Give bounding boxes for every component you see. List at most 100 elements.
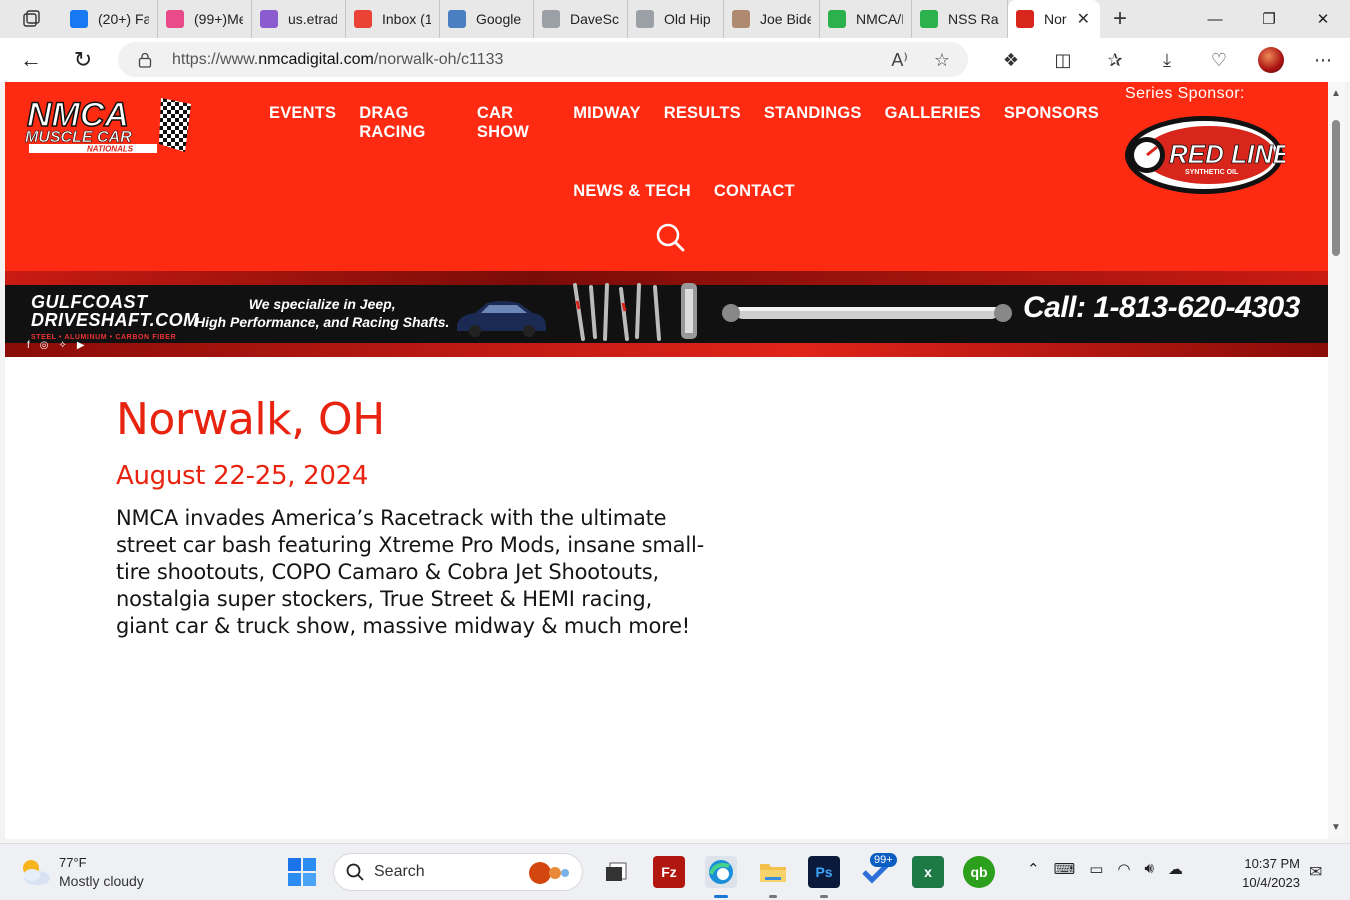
- nav-link-midway[interactable]: MIDWAY: [573, 104, 641, 142]
- windows-taskbar: 77°F Mostly cloudy Search Fz Ps 99+ x qb…: [0, 843, 1350, 900]
- profile-avatar[interactable]: [1245, 43, 1297, 77]
- battery-icon[interactable]: ☁: [1168, 860, 1183, 878]
- nav-link-news-tech[interactable]: NEWS & TECH: [573, 182, 691, 201]
- new-tab-button[interactable]: +: [1100, 5, 1140, 33]
- minimize-button[interactable]: —: [1188, 0, 1242, 38]
- ghost-icon: [542, 10, 560, 28]
- excel-icon[interactable]: x: [912, 856, 944, 888]
- tab-actions-button[interactable]: [0, 0, 62, 38]
- browser-tab-title: Google: [476, 11, 522, 27]
- browser-tab[interactable]: Old Hip: [628, 0, 724, 38]
- url-text: https://www.nmcadigital.com/norwalk-oh/c…: [172, 50, 504, 68]
- close-tab-icon[interactable]: ✕: [1077, 9, 1090, 29]
- settings-more-icon[interactable]: ⋯: [1297, 43, 1349, 77]
- wifi-icon[interactable]: ◠: [1117, 860, 1130, 878]
- banner-brand: GULFCOAST DRIVESHAFT.COM STEEL • ALUMINU…: [31, 292, 199, 341]
- youtube-icon[interactable]: ▶: [77, 340, 85, 351]
- browser-tab-title: (99+)Me: [194, 11, 243, 27]
- file-explorer-icon[interactable]: [757, 856, 789, 898]
- browser-tab-title: (20+) Fa: [98, 11, 149, 27]
- main-navigation: EVENTS DRAG RACING CAR SHOW MIDWAY RESULTS ST…: [269, 104, 1099, 201]
- page-scrollbar[interactable]: ▲ ▼: [1328, 82, 1345, 839]
- partly-cloudy-icon: [23, 860, 50, 885]
- back-button[interactable]: ←: [10, 42, 52, 78]
- favorite-star-icon[interactable]: ☆: [934, 50, 950, 71]
- system-tray: ⌃ ⌨ ▭ ◠ 🔊︎ ☁: [1027, 860, 1183, 878]
- browser-tab[interactable]: Joe Bide: [724, 0, 820, 38]
- task-view-icon[interactable]: [600, 856, 632, 888]
- svg-text:SYNTHETIC OIL: SYNTHETIC OIL: [1185, 169, 1239, 176]
- photoshop-icon[interactable]: Ps: [808, 856, 840, 898]
- nmca-logo[interactable]: NMCA MUSCLE CAR NATIONALS: [23, 94, 193, 156]
- browser-tab[interactable]: us.etrad: [252, 0, 346, 38]
- downloads-icon[interactable]: ⤓: [1141, 43, 1193, 77]
- ghost-icon: [636, 10, 654, 28]
- display-icon[interactable]: ▭: [1089, 860, 1103, 878]
- browser-tab-title: NSS Rac: [948, 11, 999, 27]
- nav-link-events[interactable]: EVENTS: [269, 104, 336, 142]
- sponsor-label: Series Sponsor:: [1125, 85, 1245, 102]
- nav-link-standings[interactable]: STANDINGS: [764, 104, 862, 142]
- browser-tab[interactable]: (99+)Me: [158, 0, 252, 38]
- extensions-icon[interactable]: ❖: [985, 43, 1037, 77]
- search-icon[interactable]: [655, 222, 685, 252]
- browser-tab[interactable]: NSS Rac: [912, 0, 1008, 38]
- clock[interactable]: 10:37 PM 10/4/2023: [1228, 854, 1300, 892]
- twitter-icon[interactable]: ✧: [59, 340, 67, 351]
- weather-temperature: 77°F: [59, 855, 87, 870]
- banner-driveshaft-image: [722, 304, 1012, 322]
- browser-tab-title: NMCA/I: [856, 11, 903, 27]
- keyboard-icon[interactable]: ⌨: [1054, 860, 1076, 878]
- nav-link-contact[interactable]: CONTACT: [714, 182, 795, 201]
- favorites-icon[interactable]: ✰: [1089, 43, 1141, 77]
- browser-tab[interactable]: Google: [440, 0, 534, 38]
- quickbooks-icon[interactable]: qb: [963, 856, 995, 888]
- taskbar-search[interactable]: Search: [333, 853, 583, 891]
- tab-strip: (20+) Fa (99+)Me us.etrad Inbox (1 Google Dav…: [0, 0, 1350, 38]
- scroll-down-icon[interactable]: ▼: [1331, 822, 1341, 833]
- scroll-up-icon[interactable]: ▲: [1331, 88, 1341, 99]
- filezilla-icon[interactable]: Fz: [653, 856, 685, 888]
- browser-essentials-icon[interactable]: ♡: [1193, 43, 1245, 77]
- split-screen-icon[interactable]: ◫: [1037, 43, 1089, 77]
- facebook-icon[interactable]: f: [27, 340, 30, 351]
- thumb-icon: [920, 10, 938, 28]
- notification-badge: 99+: [870, 853, 897, 867]
- weather-condition: Mostly cloudy: [59, 873, 144, 889]
- chevron-up-icon[interactable]: ⌃: [1027, 860, 1040, 878]
- gulfcoast-ad-banner[interactable]: GULFCOAST DRIVESHAFT.COM STEEL • ALUMINU…: [5, 271, 1328, 357]
- photo-icon: [732, 10, 750, 28]
- browser-tab-title: Nor: [1044, 11, 1067, 27]
- nav-link-galleries[interactable]: GALLERIES: [885, 104, 981, 142]
- checkered-flag-icon: [1016, 10, 1034, 28]
- back-arrow-icon: ←: [20, 47, 42, 72]
- refresh-button[interactable]: ↻: [62, 42, 104, 78]
- instagram-icon[interactable]: ◎: [40, 340, 49, 351]
- nav-link-sponsors[interactable]: SPONSORS: [1004, 104, 1099, 142]
- browser-tab[interactable]: DaveSch: [534, 0, 628, 38]
- notifications-icon[interactable]: ✉: [1309, 862, 1322, 882]
- scrollbar-thumb[interactable]: [1332, 120, 1340, 256]
- browser-tab[interactable]: Nor ✕: [1008, 0, 1100, 38]
- redline-sponsor-logo[interactable]: RED LINE SYNTHETIC OIL: [1123, 114, 1285, 196]
- browser-tab[interactable]: Inbox (1: [346, 0, 440, 38]
- weather-widget[interactable]: 77°F Mostly cloudy: [18, 854, 144, 890]
- nav-link-drag-racing[interactable]: DRAG RACING: [359, 104, 454, 142]
- windows-start-icon[interactable]: [287, 857, 317, 887]
- restore-button[interactable]: ❐: [1242, 0, 1296, 38]
- close-window-button[interactable]: ✕: [1296, 0, 1350, 38]
- read-aloud-icon[interactable]: A⁾: [891, 50, 907, 71]
- clock-time: 10:37 PM: [1244, 856, 1300, 871]
- etrade-icon: [260, 10, 278, 28]
- nav-link-car-show[interactable]: CAR SHOW: [477, 104, 550, 142]
- nav-link-results[interactable]: RESULTS: [664, 104, 741, 142]
- browser-tab[interactable]: NMCA/I: [820, 0, 912, 38]
- volume-icon[interactable]: 🔊︎: [1145, 860, 1154, 878]
- facebook-icon: [70, 10, 88, 28]
- address-bar[interactable]: https://www.nmcadigital.com/norwalk-oh/c…: [118, 42, 968, 77]
- browser-tab[interactable]: (20+) Fa: [62, 0, 158, 38]
- banner-phone: Call: 1-813-620-4303: [1023, 291, 1300, 324]
- edge-browser-icon[interactable]: [705, 856, 737, 898]
- svg-text:MUSCLE CAR: MUSCLE CAR: [25, 129, 132, 146]
- bing-highlight-icon: [529, 862, 569, 884]
